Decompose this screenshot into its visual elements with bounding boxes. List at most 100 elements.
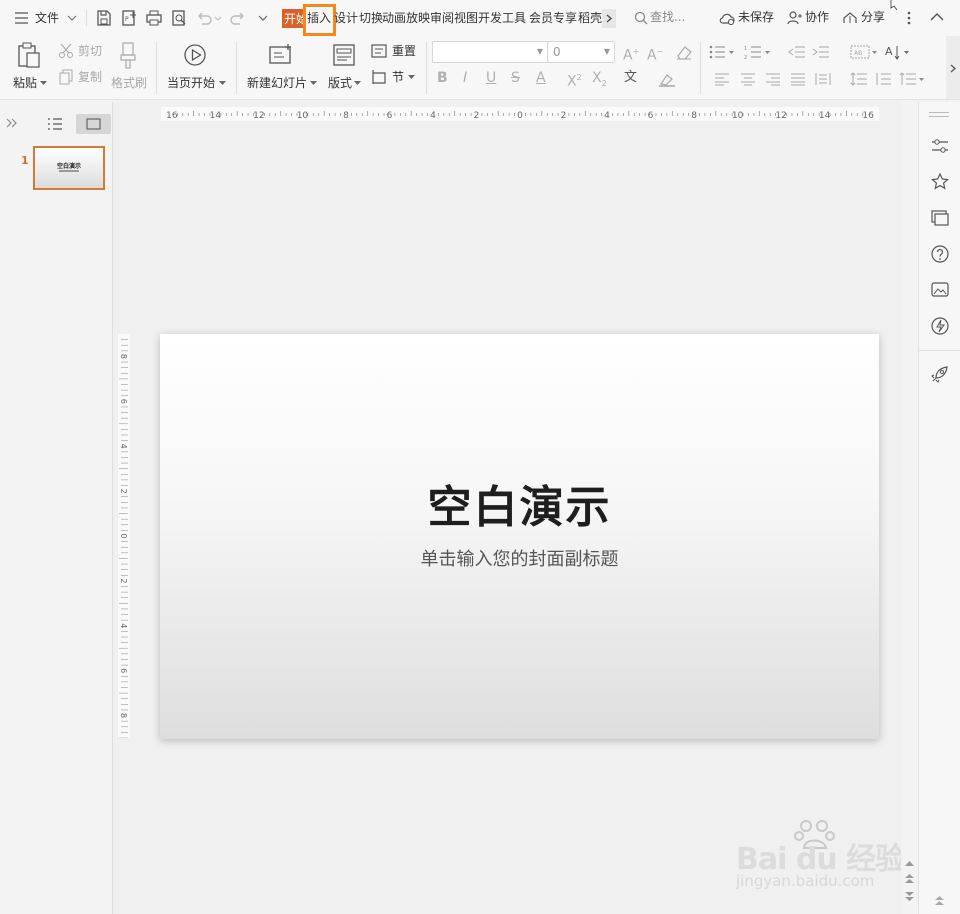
right-task-pane-bar bbox=[918, 102, 960, 914]
new-slide-dropdown-icon bbox=[310, 81, 317, 85]
tab-slideshow[interactable]: 放映 bbox=[406, 11, 430, 26]
tabs-scroll-right-button[interactable] bbox=[602, 9, 616, 28]
rocket-icon[interactable] bbox=[930, 364, 950, 384]
clear-format-icon[interactable] bbox=[675, 44, 693, 60]
font-name-select[interactable]: ▼ bbox=[432, 41, 548, 63]
tab-member[interactable]: 会员专享 bbox=[529, 11, 577, 26]
svg-text:1: 1 bbox=[744, 46, 747, 52]
tab-review[interactable]: 审阅 bbox=[430, 11, 454, 26]
animation-star-icon[interactable] bbox=[930, 172, 950, 192]
ruler-tick-label: 10 bbox=[297, 111, 309, 121]
tab-animation[interactable]: 动画 bbox=[382, 11, 406, 26]
bold-icon[interactable]: B bbox=[437, 70, 448, 86]
distribute-icon[interactable] bbox=[815, 72, 831, 86]
print-preview-icon[interactable] bbox=[170, 9, 188, 27]
align-left-icon[interactable] bbox=[714, 72, 730, 86]
numbered-list-icon[interactable]: 12 bbox=[744, 44, 770, 60]
scissors-icon bbox=[59, 43, 73, 58]
copy-label: 复制 bbox=[78, 70, 103, 84]
slide-transition-icon[interactable] bbox=[930, 208, 950, 228]
image-tool-icon[interactable] bbox=[930, 280, 950, 300]
outline-view-icon[interactable] bbox=[47, 117, 63, 131]
new-slide-button[interactable]: 新建幻灯片 bbox=[244, 40, 320, 92]
tab-view[interactable]: 视图 bbox=[454, 11, 478, 26]
line-spacing-icon[interactable] bbox=[850, 71, 868, 87]
layout-button[interactable]: 版式 bbox=[324, 40, 364, 92]
redo-icon[interactable] bbox=[229, 9, 247, 27]
save-icon[interactable] bbox=[95, 9, 113, 27]
ruler-tick-label: 12 bbox=[775, 111, 786, 121]
spacing-dropdown-icon[interactable] bbox=[899, 71, 927, 87]
export-pdf-icon[interactable]: P bbox=[120, 9, 138, 27]
ruler-tick-label: 10 bbox=[732, 111, 744, 121]
reset-button[interactable]: 重置 bbox=[370, 42, 420, 60]
tab-developer[interactable]: 开发工具 bbox=[478, 11, 526, 26]
font-color-icon[interactable]: A bbox=[536, 70, 546, 86]
title-bar: 文件 P 开始 插入 设计 切换 动画 放映 审阅 视图 开发工具 会员专享 稻… bbox=[0, 0, 960, 36]
properties-icon[interactable] bbox=[930, 136, 950, 156]
ruler-tick-label: 4 bbox=[119, 623, 128, 628]
strikethrough-icon[interactable]: S bbox=[511, 70, 520, 86]
text-box-icon[interactable]: AB bbox=[850, 44, 878, 60]
align-center-icon[interactable] bbox=[740, 72, 756, 86]
superscript-icon[interactable]: X2 bbox=[567, 70, 582, 90]
undo-dropdown-icon[interactable] bbox=[214, 16, 222, 22]
highlight-icon[interactable] bbox=[658, 71, 676, 87]
collapse-ribbon-icon[interactable] bbox=[930, 12, 944, 21]
font-grow-icon[interactable]: A+ bbox=[623, 44, 639, 64]
section-button[interactable]: 节 bbox=[370, 68, 420, 86]
tab-transition[interactable]: 切换 bbox=[359, 11, 383, 26]
pane-expand-icon[interactable] bbox=[935, 896, 944, 905]
paste-button[interactable]: 粘贴 bbox=[10, 40, 50, 92]
justify-icon[interactable] bbox=[790, 72, 806, 86]
share-button[interactable]: 分享 bbox=[840, 9, 890, 27]
ribbon-scroll-right-button[interactable] bbox=[946, 36, 960, 99]
italic-icon[interactable]: I bbox=[463, 70, 467, 86]
subscript-icon[interactable]: X2 bbox=[592, 70, 607, 92]
layout-icon bbox=[333, 44, 355, 66]
ruler-tick-label: 6 bbox=[648, 111, 654, 121]
file-menu-button[interactable]: 文件 bbox=[12, 8, 80, 28]
smart-tools-icon[interactable] bbox=[930, 316, 950, 336]
slide-thumbnail[interactable]: 空白演示 bbox=[33, 146, 105, 190]
expand-panel-icon[interactable] bbox=[6, 118, 18, 128]
paragraph-spacing-icon[interactable] bbox=[874, 71, 892, 87]
cut-button[interactable]: 剪切 bbox=[56, 42, 104, 60]
collaborate-button[interactable]: 协作 bbox=[784, 9, 832, 27]
align-right-icon[interactable] bbox=[765, 72, 781, 86]
decrease-indent-icon[interactable] bbox=[788, 44, 806, 60]
print-icon[interactable] bbox=[145, 9, 163, 27]
tab-docer[interactable]: 稻壳 bbox=[578, 11, 602, 26]
increase-indent-icon[interactable] bbox=[812, 44, 830, 60]
unsaved-status-button[interactable]: 未保存 bbox=[716, 9, 776, 27]
underline-icon[interactable]: U bbox=[486, 70, 496, 86]
phonetic-guide-icon[interactable]: 文 bbox=[624, 70, 637, 86]
undo-icon[interactable] bbox=[195, 9, 213, 27]
slide-canvas[interactable]: 空白演示 单击输入您的封面副标题 bbox=[160, 334, 879, 739]
reset-label: 重置 bbox=[392, 44, 417, 58]
copy-button[interactable]: 复制 bbox=[56, 68, 104, 86]
play-from-current-button[interactable]: 当页开始 bbox=[164, 40, 226, 92]
slide-title[interactable]: 空白演示 bbox=[160, 482, 879, 534]
scroll-page-up-icon[interactable] bbox=[905, 874, 914, 883]
bullet-list-icon[interactable] bbox=[708, 44, 734, 60]
font-size-select[interactable]: 0 ▼ bbox=[547, 41, 615, 63]
ruler-tick-label: 8 bbox=[691, 111, 697, 121]
format-painter-button[interactable]: 格式刷 bbox=[108, 40, 152, 92]
slide-view-button[interactable] bbox=[76, 114, 111, 134]
search-placeholder: 查找... bbox=[650, 10, 686, 24]
unsaved-label: 未保存 bbox=[738, 10, 775, 24]
tab-home[interactable]: 开始 bbox=[282, 9, 304, 28]
tab-design[interactable]: 设计 bbox=[334, 11, 358, 26]
font-shrink-icon[interactable]: A− bbox=[647, 44, 663, 64]
vertical-scrollbar[interactable] bbox=[901, 102, 918, 914]
text-direction-icon[interactable]: A bbox=[884, 43, 912, 61]
quick-access-more-icon[interactable] bbox=[258, 15, 268, 22]
scroll-page-down-icon[interactable] bbox=[905, 892, 914, 901]
ruler-tick-label: 8 bbox=[343, 111, 349, 121]
slide-subtitle[interactable]: 单击输入您的封面副标题 bbox=[160, 548, 879, 572]
search-box[interactable]: 查找... bbox=[632, 9, 696, 27]
more-options-icon[interactable] bbox=[906, 10, 912, 26]
help-icon[interactable] bbox=[930, 244, 950, 264]
scroll-up-icon[interactable] bbox=[905, 860, 914, 866]
